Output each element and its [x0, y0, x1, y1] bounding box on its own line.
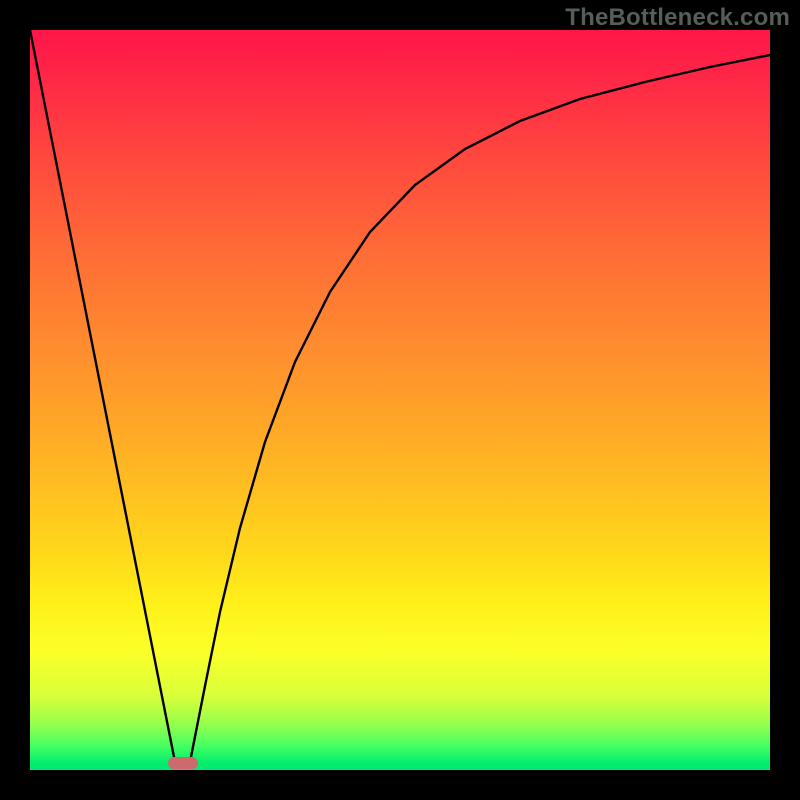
curve-right-segment [190, 55, 770, 762]
minimum-marker [168, 757, 198, 769]
watermark-text: TheBottleneck.com [565, 4, 790, 32]
curve-svg [30, 30, 770, 770]
plot-area [30, 30, 770, 770]
chart-frame: TheBottleneck.com [0, 0, 800, 800]
curve-left-segment [30, 30, 175, 762]
